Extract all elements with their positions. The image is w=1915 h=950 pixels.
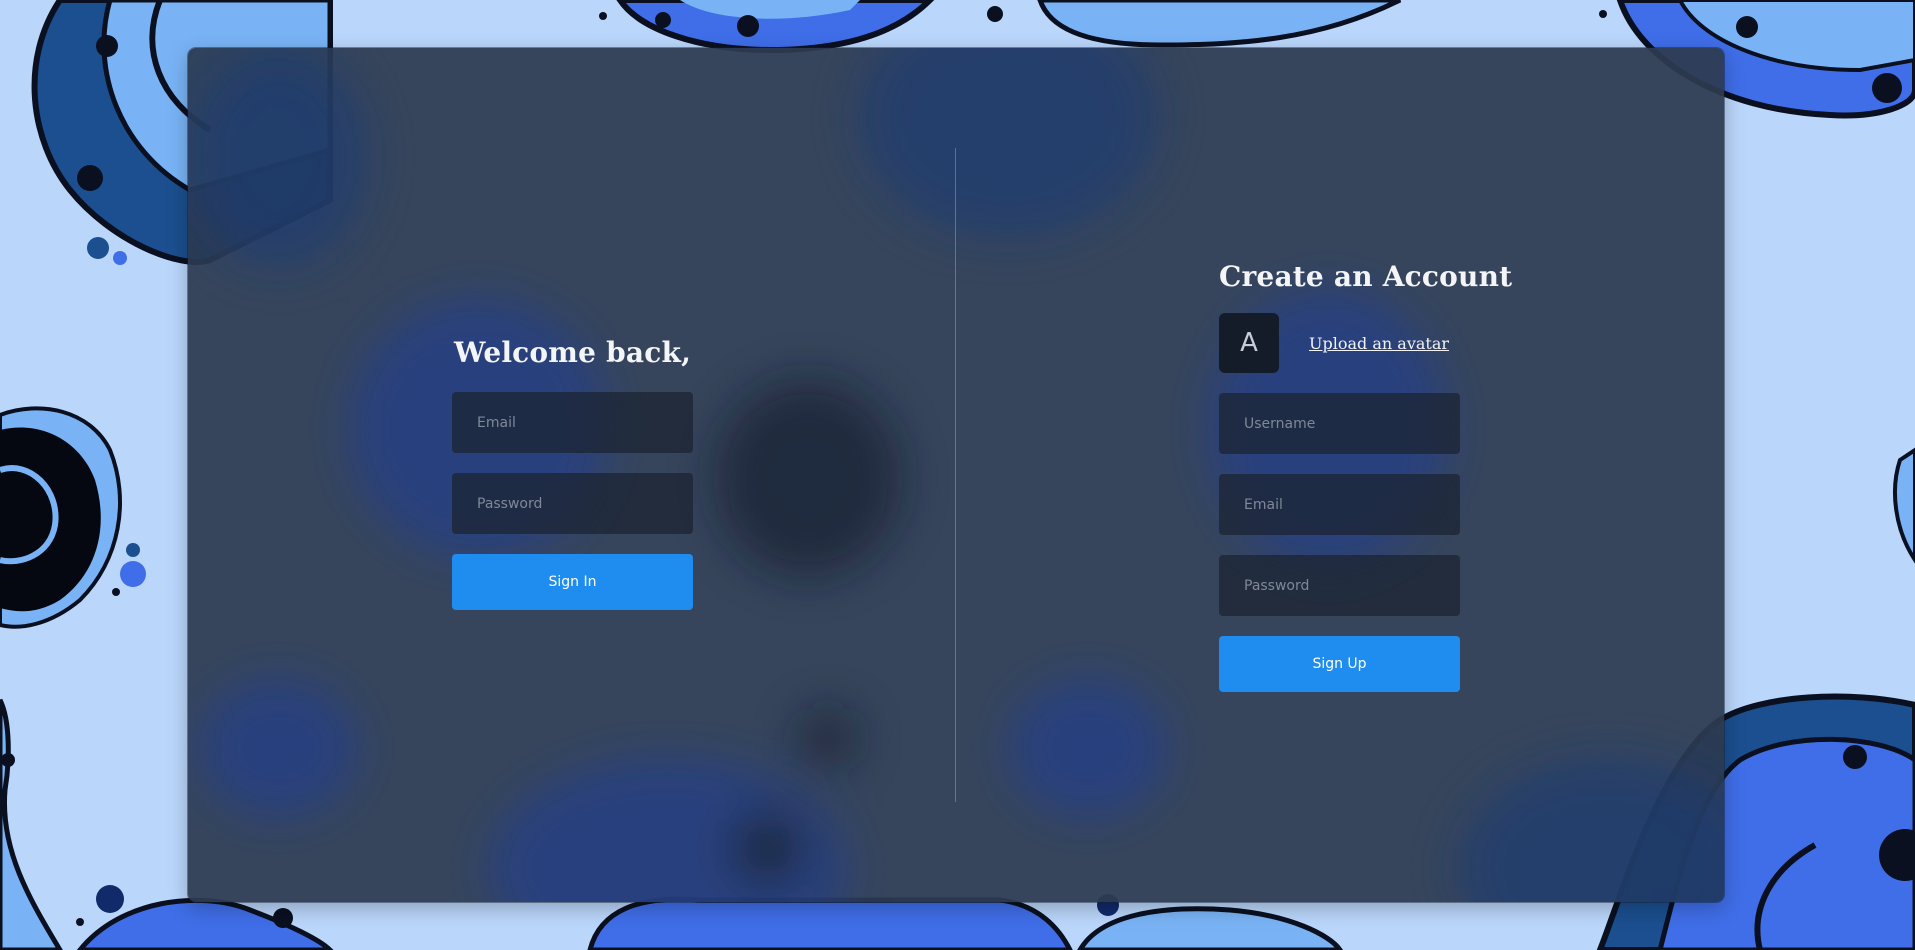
sign-in-form: Welcome back, Sign In — [452, 336, 693, 610]
sign-in-email-input[interactable] — [452, 392, 693, 453]
sign-up-email-input[interactable] — [1219, 474, 1460, 535]
sign-up-heading: Create an Account — [1219, 260, 1513, 293]
blurred-backdrop — [188, 48, 1724, 902]
auth-panel: Welcome back, Sign In Create an Account … — [188, 48, 1724, 902]
sign-up-username-input[interactable] — [1219, 393, 1460, 454]
upload-avatar-link[interactable]: Upload an avatar — [1309, 334, 1449, 353]
avatar-upload-row: A Upload an avatar — [1219, 313, 1460, 373]
sign-up-button[interactable]: Sign Up — [1219, 636, 1460, 692]
sign-in-password-input[interactable] — [452, 473, 693, 534]
sign-up-form: Create an Account A Upload an avatar Sig… — [1219, 260, 1513, 692]
form-divider — [955, 148, 956, 802]
avatar: A — [1219, 313, 1279, 373]
sign-in-button[interactable]: Sign In — [452, 554, 693, 610]
sign-up-password-input[interactable] — [1219, 555, 1460, 616]
sign-in-heading: Welcome back, — [453, 336, 692, 369]
